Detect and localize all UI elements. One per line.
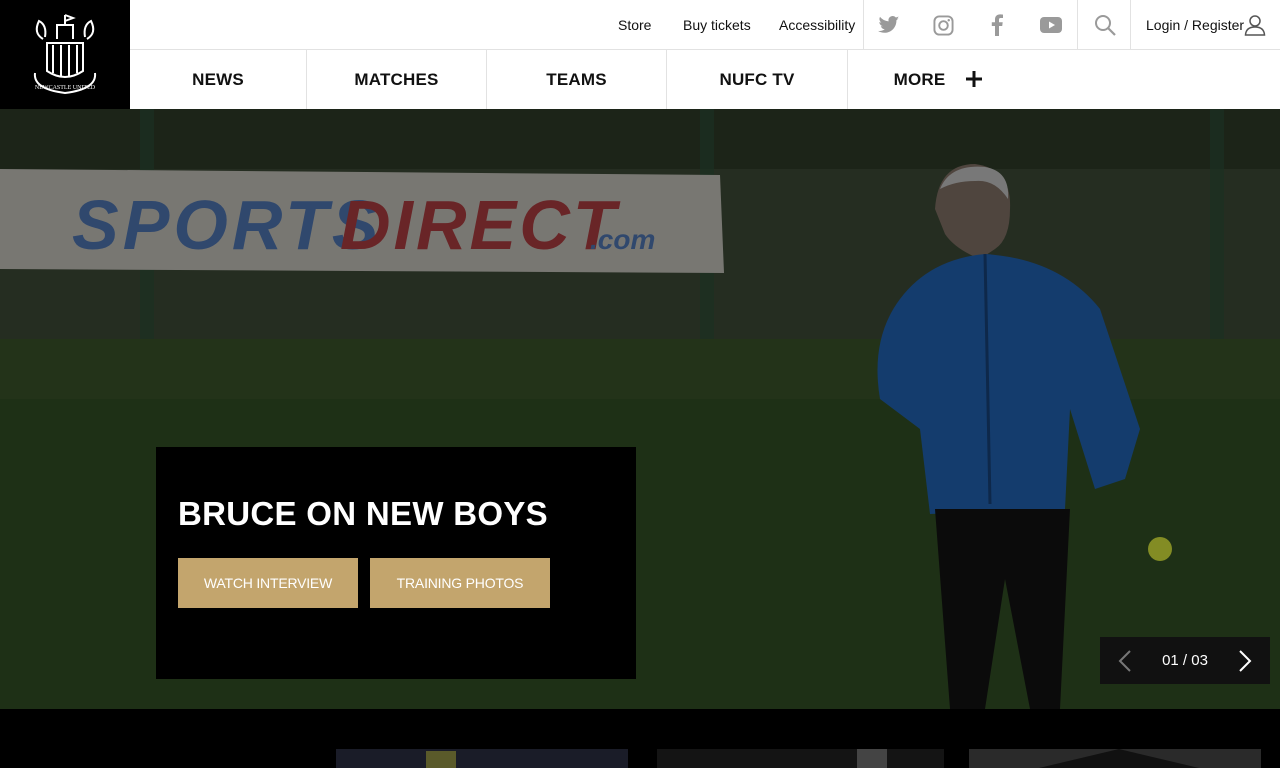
divider [863,0,864,50]
carousel-pager: 01 / 03 [1100,637,1270,684]
facebook-icon[interactable] [985,13,1009,37]
nav-more-label: MORE [893,70,946,89]
club-crest-logo[interactable]: NEWCASTLE UNITED [0,0,130,109]
featured-thumbnail[interactable] [657,749,944,768]
search-icon[interactable] [1093,13,1117,37]
watch-interview-button[interactable]: WATCH INTERVIEW [178,558,358,608]
login-register-link[interactable]: Login / Register [1146,0,1244,50]
nav-news[interactable]: NEWS [130,50,306,109]
crest-icon: NEWCASTLE UNITED [33,13,97,94]
featured-strip [0,709,1280,768]
hero-card: BRUCE ON NEW BOYS WATCH INTERVIEW TRAINI… [156,447,636,679]
hero-title: BRUCE ON NEW BOYS [178,495,548,532]
nav-matches[interactable]: MATCHES [307,50,486,109]
carousel-counter: 01 / 03 [1162,652,1208,669]
featured-thumbnail[interactable] [336,749,628,768]
main-navigation: NEWS MATCHES TEAMS NUFC TV MORE [130,50,1280,109]
nav-teams[interactable]: TEAMS [487,50,666,109]
plus-icon [966,71,983,87]
chevron-right-icon[interactable] [1225,637,1265,684]
hero-carousel: SPORTS DIRECT .com BRUCE ON NEW BOYS WAT… [0,109,1280,709]
buy-tickets-link[interactable]: Buy tickets [683,0,751,50]
accessibility-link[interactable]: Accessibility [779,0,855,50]
twitter-icon[interactable] [877,13,901,37]
training-photos-button[interactable]: TRAINING PHOTOS [370,558,550,608]
utility-bar: Store Buy tickets Accessibility Login / … [130,0,1280,50]
nav-nufc-tv[interactable]: NUFC TV [667,50,847,109]
user-icon[interactable] [1243,13,1267,37]
store-link[interactable]: Store [618,0,651,50]
featured-thumbnail[interactable] [969,749,1261,768]
nav-more[interactable]: MORE [848,50,1028,109]
youtube-icon[interactable] [1039,13,1063,37]
divider [1077,0,1078,50]
divider [1130,0,1131,50]
chevron-left-icon[interactable] [1105,637,1145,684]
instagram-icon[interactable] [931,13,955,37]
svg-text:NEWCASTLE UNITED: NEWCASTLE UNITED [35,85,96,91]
